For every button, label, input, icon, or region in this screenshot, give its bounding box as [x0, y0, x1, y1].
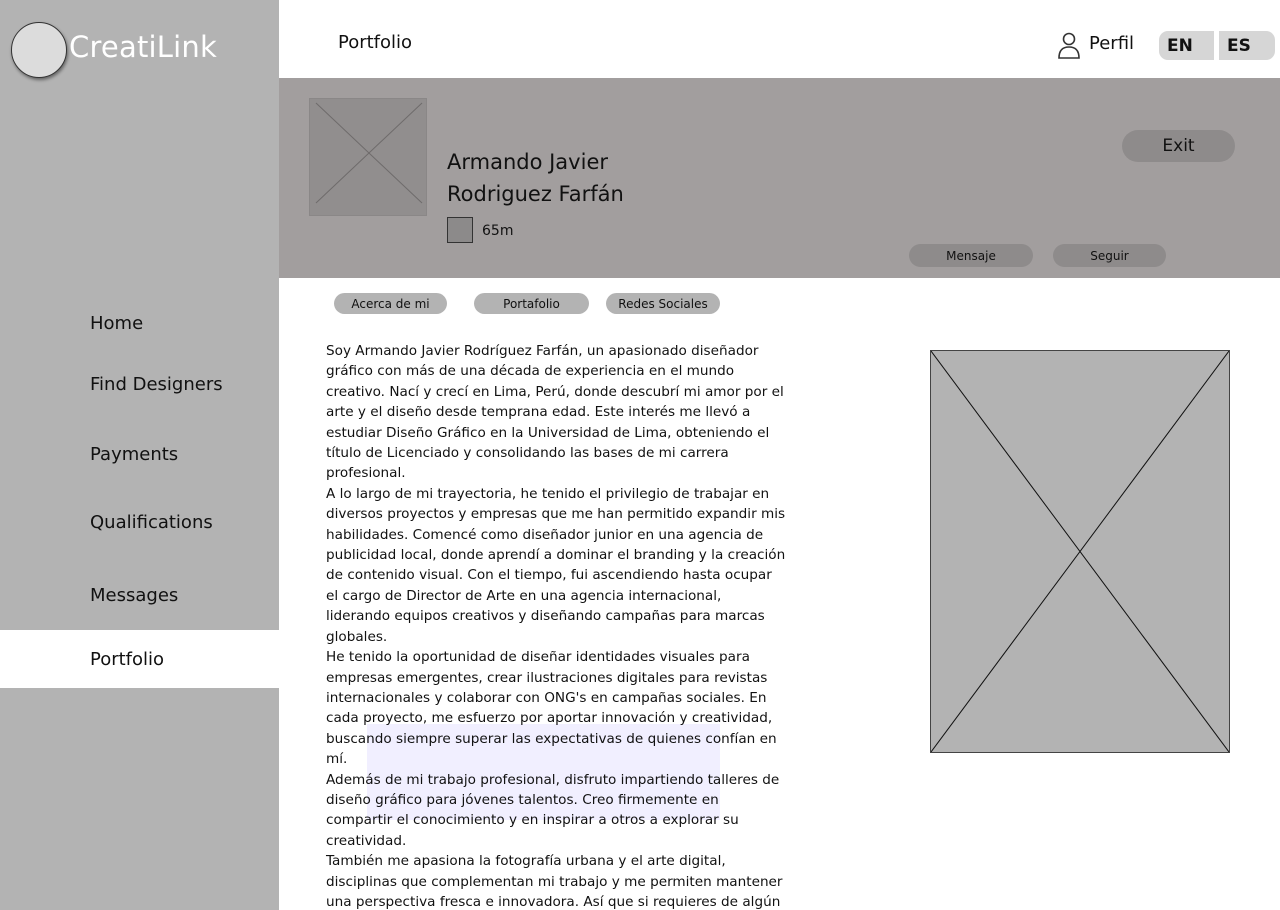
- bio-paragraph: Además de mi trabajo profesional, disfru…: [326, 771, 780, 849]
- profile-link[interactable]: Perfil: [1089, 33, 1134, 54]
- user-icon[interactable]: [1057, 31, 1081, 59]
- sidebar-item-label: Qualifications: [90, 511, 213, 533]
- sidebar-item-portfolio[interactable]: Portfolio: [0, 630, 279, 688]
- language-en-button[interactable]: EN: [1159, 31, 1214, 60]
- tab-social-networks[interactable]: Redes Sociales: [606, 293, 720, 314]
- follow-button[interactable]: Seguir: [1053, 244, 1166, 267]
- sidebar-item-label: Messages: [90, 584, 179, 606]
- top-bar: Portfolio Perfil EN ES: [279, 0, 1280, 78]
- sidebar-item-label: Home: [90, 312, 144, 334]
- bio-paragraph: También me apasiona la fotografía urbana…: [326, 853, 783, 910]
- tab-portfolio[interactable]: Portafolio: [474, 293, 589, 314]
- page-title: Portfolio: [338, 32, 413, 53]
- sidebar: CreatiLink Home Find Designers Payments …: [0, 0, 279, 910]
- bio-text: Soy Armando Javier Rodríguez Farfán, un …: [326, 341, 788, 910]
- sidebar-item-label: Payments: [90, 443, 179, 465]
- sidebar-item-messages[interactable]: Messages: [0, 566, 279, 624]
- tab-about-me[interactable]: Acerca de mi: [334, 293, 447, 314]
- profile-photo-placeholder-icon: [309, 98, 427, 216]
- badge-text: 65m: [482, 223, 514, 239]
- sidebar-item-home[interactable]: Home: [0, 294, 279, 352]
- bio-paragraph: Soy Armando Javier Rodríguez Farfán, un …: [326, 343, 784, 482]
- sidebar-item-qualifications[interactable]: Qualifications: [0, 493, 279, 551]
- bio-paragraph: He tenido la oportunidad de diseñar iden…: [326, 649, 777, 768]
- profile-name-first: Armando Javier: [447, 150, 608, 174]
- message-button[interactable]: Mensaje: [909, 244, 1033, 267]
- sidebar-item-find-designers[interactable]: Find Designers: [0, 355, 279, 413]
- portfolio-image-placeholder-icon: [930, 350, 1230, 753]
- profile-header: Armando Javier Rodriguez Farfán 65m Exit…: [279, 78, 1280, 278]
- logo-circle-icon: [11, 22, 67, 78]
- badge-icon: [447, 217, 473, 243]
- sidebar-item-label: Portfolio: [90, 648, 165, 670]
- bio-paragraph: A lo largo de mi trayectoria, he tenido …: [326, 485, 786, 645]
- sidebar-item-label: Find Designers: [90, 373, 223, 395]
- app-logo-text: CreatiLink: [69, 30, 217, 64]
- profile-name-last: Rodriguez Farfán: [447, 182, 624, 206]
- profile-name: Armando Javier Rodriguez Farfán: [447, 146, 624, 210]
- exit-button[interactable]: Exit: [1122, 130, 1235, 162]
- sidebar-item-payments[interactable]: Payments: [0, 425, 279, 483]
- language-es-button[interactable]: ES: [1219, 31, 1275, 60]
